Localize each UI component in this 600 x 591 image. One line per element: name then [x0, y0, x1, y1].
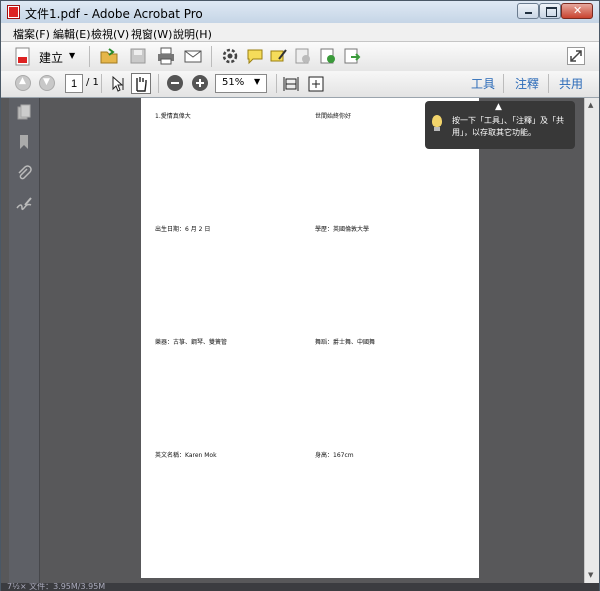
- arrow-down-icon: ▼: [43, 77, 50, 87]
- tooltip-text: 按一下「工具」、「注釋」及「共用」，以存取其它功能。: [452, 116, 564, 137]
- tab-tools[interactable]: 工具: [471, 75, 495, 92]
- page-text-row1-right: 世間始終你好: [315, 113, 352, 120]
- hand-icon: [136, 77, 147, 92]
- tab-share[interactable]: 共用: [559, 75, 583, 92]
- lightbulb-icon: [432, 115, 442, 131]
- page-text-row3-right: 舞蹈：爵士舞、中國舞: [315, 339, 376, 346]
- fit-page-icon[interactable]: [307, 75, 325, 93]
- acrobat-window: 文件1.pdf - Adobe Acrobat Pro ✕ 檔案(F) 編輯(E…: [0, 0, 600, 591]
- toolbar-divider: [211, 46, 212, 67]
- maximize-button[interactable]: [539, 3, 561, 19]
- minus-icon: [171, 82, 179, 84]
- open-folder-icon[interactable]: [100, 47, 118, 65]
- status-text: 7½× 文件：3.95M/3.95M: [7, 583, 106, 591]
- pdf-page: 1.愛情真偉大 世間始終你好 出生日期：6 月 2 日 學歷：英國倫敦大學 樂器…: [141, 98, 479, 578]
- comment-icon[interactable]: [246, 47, 264, 65]
- hand-tool-button[interactable]: [131, 73, 151, 94]
- scroll-up-icon[interactable]: ▲: [588, 101, 593, 109]
- chevron-down-icon: ▼: [69, 51, 76, 60]
- toolbar-divider: [89, 46, 90, 67]
- create-pdf-icon: [15, 47, 30, 66]
- arrow-up-icon: ▲: [19, 76, 26, 86]
- bookmark-icon[interactable]: [16, 134, 32, 150]
- settings-icon[interactable]: [221, 47, 239, 65]
- email-icon[interactable]: [184, 47, 202, 65]
- title-bar: 文件1.pdf - Adobe Acrobat Pro ✕: [1, 1, 599, 23]
- page-text-row4-left: 英文名稱：Karen Mok: [155, 452, 217, 459]
- tab-divider: [548, 74, 549, 93]
- zoom-in-button[interactable]: [192, 75, 208, 91]
- tab-divider: [503, 74, 504, 93]
- minimize-icon: [525, 12, 532, 14]
- menu-window[interactable]: 視窗(W): [131, 26, 172, 42]
- toolbar-divider: [158, 74, 159, 93]
- previous-page-button[interactable]: ▲: [15, 75, 31, 91]
- expand-icon: [570, 50, 582, 62]
- select-cursor-icon[interactable]: [109, 75, 127, 93]
- close-icon: ✕: [573, 4, 583, 17]
- create-label: 建立: [39, 51, 64, 65]
- create-button[interactable]: 建立 ▼: [9, 46, 81, 67]
- page-text-row2-right: 學歷：英國倫敦大學: [315, 226, 370, 233]
- page-text-row4-right: 身高：167cm: [315, 452, 354, 459]
- page-text-row2-left: 出生日期：6 月 2 日: [155, 226, 211, 233]
- highlight-icon[interactable]: [270, 47, 288, 65]
- full-screen-button[interactable]: [567, 47, 585, 65]
- navigation-toolbar: ▲ ▼ / 1 51% ▼ 工具: [1, 71, 599, 98]
- menu-bar: 檔案(F) 編輯(E) 檢視(V) 視窗(W) 說明(H): [1, 23, 599, 42]
- close-button[interactable]: ✕: [561, 3, 593, 19]
- zoom-out-button[interactable]: [167, 75, 183, 91]
- page-thumbnails-icon[interactable]: [16, 104, 32, 120]
- page-number-input[interactable]: [65, 74, 83, 93]
- attachment-icon[interactable]: [16, 165, 32, 181]
- zoom-select[interactable]: 51% ▼: [215, 74, 267, 93]
- export-icon[interactable]: [343, 47, 361, 65]
- toolbar-divider: [276, 74, 277, 93]
- minimize-button[interactable]: [517, 3, 539, 19]
- tab-comment[interactable]: 注釋: [515, 75, 539, 92]
- vertical-scrollbar[interactable]: ▲ ▼: [584, 98, 599, 583]
- page-text-row1-left: 1.愛情真偉大: [155, 113, 191, 120]
- print-icon[interactable]: [157, 47, 175, 65]
- main-toolbar: 建立 ▼: [1, 42, 599, 72]
- page-text-row3-left: 樂器：古箏、鋼琴、雙簧管: [155, 339, 228, 346]
- menu-help[interactable]: 說明(H): [173, 26, 212, 42]
- feature-tooltip[interactable]: ▲ 按一下「工具」、「注釋」及「共用」，以存取其它功能。: [425, 101, 575, 149]
- save-icon[interactable]: [129, 47, 147, 65]
- window-title: 文件1.pdf - Adobe Acrobat Pro: [25, 7, 203, 21]
- next-page-button[interactable]: ▼: [39, 75, 55, 91]
- menu-view[interactable]: 檢視(V): [91, 26, 129, 42]
- navigation-pane: [9, 98, 40, 583]
- fit-width-icon[interactable]: [282, 75, 300, 93]
- share-icon[interactable]: [319, 47, 337, 65]
- scroll-down-icon[interactable]: ▼: [588, 571, 593, 579]
- acrobat-app-icon[interactable]: [7, 5, 20, 19]
- toolbar-divider: [101, 74, 102, 93]
- caret-up-icon: ▲: [495, 102, 502, 112]
- chevron-down-icon: ▼: [254, 77, 261, 86]
- zoom-value: 51%: [222, 77, 245, 88]
- page-total: / 1: [86, 77, 99, 88]
- status-bar: 7½× 文件：3.95M/3.95M: [1, 583, 599, 591]
- attach-icon[interactable]: [294, 47, 312, 65]
- maximize-icon: [546, 7, 557, 17]
- menu-file[interactable]: 檔案(F): [13, 26, 50, 42]
- plus-icon-stem: [199, 79, 201, 87]
- signature-icon[interactable]: [16, 196, 32, 212]
- menu-edit[interactable]: 編輯(E): [53, 26, 91, 42]
